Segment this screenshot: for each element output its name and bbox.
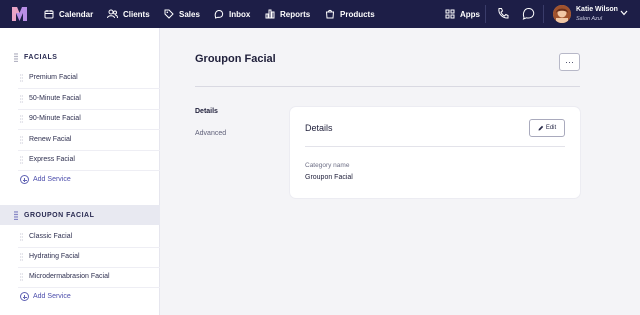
- drag-handle-icon[interactable]: [20, 95, 23, 103]
- service-item[interactable]: 50-Minute Facial: [29, 95, 81, 102]
- nav-apps[interactable]: Apps: [445, 0, 480, 28]
- nav-products-label: Products: [340, 9, 375, 19]
- card-title: Details: [305, 123, 333, 133]
- nav-sales-label: Sales: [179, 9, 200, 19]
- nav-sales[interactable]: Sales: [164, 0, 200, 28]
- tab-advanced[interactable]: Advanced: [195, 130, 226, 137]
- add-service-button[interactable]: Add Service: [20, 292, 71, 301]
- calendar-icon: [44, 10, 54, 19]
- top-navigation-bar: Calendar Clients Sales Inbox Reports Pro…: [0, 0, 640, 28]
- nav-clients[interactable]: Clients: [107, 0, 150, 28]
- drag-handle-icon[interactable]: [14, 211, 18, 220]
- tag-icon: [164, 9, 174, 19]
- details-card: Details Edit Category name Groupon Facia…: [290, 107, 580, 198]
- nav-divider: [543, 5, 544, 23]
- nav-reports[interactable]: Reports: [265, 0, 310, 28]
- add-service-label: Add Service: [33, 176, 71, 183]
- nav-inbox[interactable]: Inbox: [214, 0, 250, 28]
- more-options-button[interactable]: ···: [559, 53, 580, 71]
- divider: [18, 267, 160, 268]
- drag-handle-icon[interactable]: [20, 273, 23, 281]
- divider: [18, 109, 160, 110]
- service-item[interactable]: Hydrating Facial: [29, 253, 80, 260]
- category-header-groupon-facial[interactable]: GROUPON FACIAL: [0, 205, 160, 225]
- plus-circle-icon: [20, 292, 29, 301]
- category-sidebar: FACIALS Premium Facial 50-Minute Facial …: [0, 28, 160, 315]
- nav-apps-label: Apps: [460, 9, 480, 19]
- divider: [18, 287, 160, 288]
- edit-button[interactable]: Edit: [529, 119, 565, 137]
- inbox-icon: [214, 9, 224, 19]
- chevron-down-icon[interactable]: [620, 10, 628, 16]
- drag-handle-icon[interactable]: [20, 115, 23, 123]
- nav-divider: [485, 5, 486, 23]
- divider: [195, 86, 580, 87]
- avatar[interactable]: [553, 5, 571, 23]
- add-service-label: Add Service: [33, 293, 71, 300]
- divider: [305, 146, 565, 147]
- page-title: Groupon Facial: [195, 53, 276, 65]
- category-header-facials[interactable]: FACIALS: [0, 47, 160, 67]
- user-name[interactable]: Katie Wilson: [576, 6, 618, 13]
- drag-handle-icon[interactable]: [20, 74, 23, 82]
- category-name-label: Category name: [305, 162, 350, 169]
- service-item[interactable]: Premium Facial: [29, 74, 78, 81]
- plus-circle-icon: [20, 175, 29, 184]
- nav-reports-label: Reports: [280, 9, 311, 19]
- drag-handle-icon[interactable]: [20, 253, 23, 261]
- drag-handle-icon[interactable]: [20, 156, 23, 164]
- user-location: Salon Azul: [576, 16, 603, 22]
- nav-calendar[interactable]: Calendar: [44, 0, 93, 28]
- service-item[interactable]: 90-Minute Facial: [29, 115, 81, 122]
- divider: [18, 247, 160, 248]
- chat-icon[interactable]: [522, 7, 535, 20]
- nav-clients-label: Clients: [123, 9, 150, 19]
- drag-handle-icon[interactable]: [20, 136, 23, 144]
- ellipsis-icon: ···: [565, 56, 574, 67]
- bag-icon: [325, 9, 335, 19]
- clients-icon: [107, 9, 118, 19]
- nav-calendar-label: Calendar: [59, 9, 94, 19]
- service-item[interactable]: Classic Facial: [29, 233, 72, 240]
- pencil-icon: [538, 125, 544, 131]
- category-name-value: Groupon Facial: [305, 174, 353, 181]
- drag-handle-icon[interactable]: [14, 53, 18, 62]
- divider: [18, 150, 160, 151]
- add-service-button[interactable]: Add Service: [20, 175, 71, 184]
- app-logo-icon[interactable]: [12, 7, 27, 21]
- nav-inbox-label: Inbox: [229, 9, 251, 19]
- divider: [18, 129, 160, 130]
- drag-handle-icon[interactable]: [20, 233, 23, 241]
- service-item[interactable]: Express Facial: [29, 156, 75, 163]
- divider: [18, 170, 160, 171]
- category-title: GROUPON FACIAL: [24, 211, 95, 219]
- nav-products[interactable]: Products: [325, 0, 375, 28]
- apps-grid-icon: [445, 9, 455, 19]
- category-title: FACIALS: [24, 53, 58, 61]
- tab-details[interactable]: Details: [195, 108, 218, 115]
- edit-button-label: Edit: [545, 125, 557, 131]
- bar-chart-icon: [265, 9, 275, 19]
- service-item[interactable]: Microdermabrasion Facial: [29, 273, 110, 280]
- service-item[interactable]: Renew Facial: [29, 136, 71, 143]
- divider: [18, 88, 160, 89]
- user-photo-icon: [553, 5, 571, 23]
- phone-icon[interactable]: [497, 7, 509, 20]
